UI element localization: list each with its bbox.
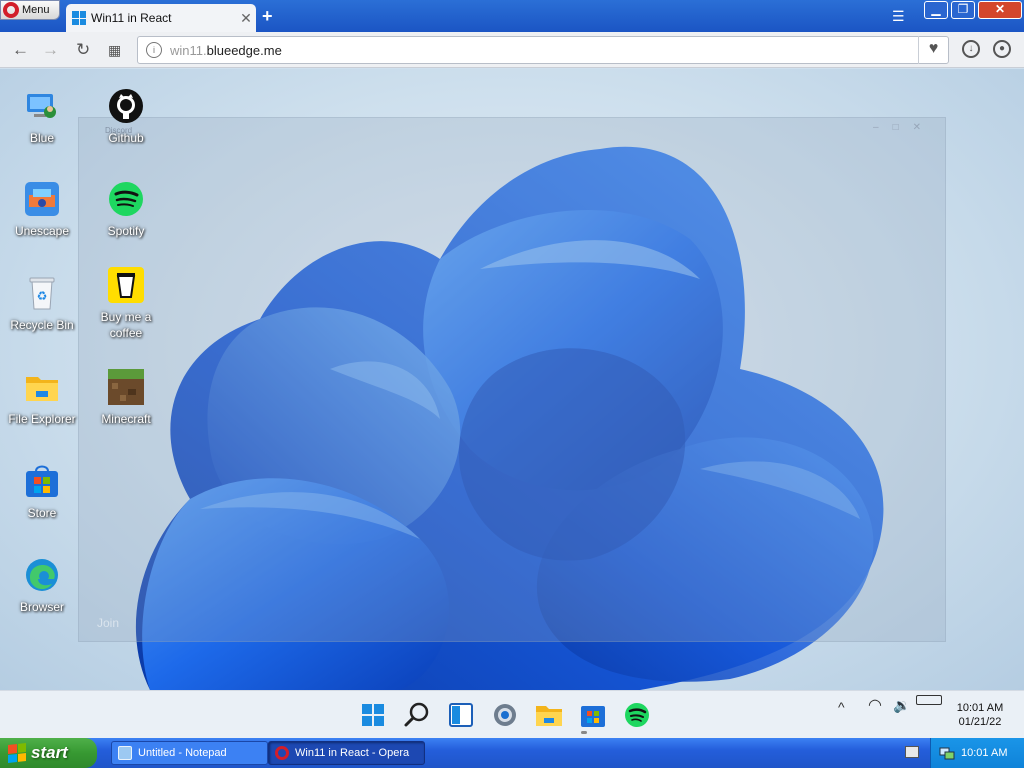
desktop-icon-minecraft[interactable]: Minecraft <box>84 369 168 427</box>
xp-taskbar: start Untitled - Notepad Win11 in React … <box>0 738 1024 768</box>
ghost-window-controls-icon: –□✕ <box>873 122 935 133</box>
desktop-icon-label: Spotify <box>107 224 145 238</box>
win11-date-label: 01/21/22 <box>958 716 1002 728</box>
tab-menu-icon[interactable]: ☰ <box>892 8 905 25</box>
folder-icon <box>536 706 562 726</box>
download-icon[interactable]: ↓ <box>962 40 980 58</box>
blue-computer-icon <box>24 88 60 124</box>
battery-icon[interactable] <box>916 695 942 705</box>
taskbar-store-button[interactable] <box>575 697 611 733</box>
edge-browser-icon <box>24 557 60 593</box>
desktop-icon-buy-me-a-coffee[interactable]: Buy me a coffee <box>84 267 168 341</box>
new-tab-button[interactable]: + <box>262 6 273 27</box>
tray-overflow-chevron-icon[interactable]: ^ <box>838 699 845 715</box>
desktop-icon-label: Store <box>27 506 57 520</box>
windows-start-icon <box>362 704 384 726</box>
xp-windows-flag-icon <box>8 743 26 763</box>
reload-icon[interactable]: ↻ <box>76 40 90 60</box>
desktop-icon-label: Github <box>108 131 144 145</box>
opera-icon <box>275 746 289 760</box>
github-icon <box>108 88 144 124</box>
store-bag-icon <box>24 463 60 499</box>
xp-clock[interactable]: 10:01 AM <box>961 747 1007 759</box>
desktop-icon-label: Browser <box>19 600 64 614</box>
bookmark-heart-icon[interactable]: ♥ <box>918 36 948 64</box>
taskbar-widgets-button[interactable] <box>443 697 479 733</box>
opera-logo-icon <box>3 2 19 18</box>
notepad-icon <box>118 746 132 760</box>
recycle-bin-icon: ♻ <box>24 275 60 311</box>
forward-arrow-icon[interactable]: → <box>42 40 59 60</box>
desktop-icon-label: Unescape <box>14 224 70 238</box>
gear-icon <box>494 704 516 726</box>
ghost-discord-window: Discord –□✕ Join <box>78 117 946 642</box>
volume-icon[interactable]: 🔉 <box>893 697 910 714</box>
folder-icon <box>24 369 60 405</box>
desktop-icon-store[interactable]: Store <box>0 463 84 521</box>
win11-time-label: 10:01 AM <box>956 702 1004 714</box>
taskbar-spotify-button[interactable] <box>619 697 655 733</box>
window-maximize-button[interactable]: ❐ <box>951 1 975 19</box>
site-info-icon[interactable]: i <box>146 42 162 58</box>
desktop-icon-spotify[interactable]: Spotify <box>84 181 168 239</box>
coffee-cup-icon <box>108 267 144 303</box>
win11-clock[interactable]: 10:01 AM 01/21/22 <box>950 701 1010 729</box>
window-minimize-button[interactable]: ▁ <box>924 1 948 19</box>
tab-title: Win11 in React <box>91 11 172 25</box>
xp-task-opera[interactable]: Win11 in React - Opera <box>268 741 425 765</box>
active-app-indicator <box>581 731 587 734</box>
speed-dial-grid-icon[interactable]: ▦ <box>108 42 121 59</box>
widgets-icon <box>449 703 473 727</box>
win11-desktop[interactable]: Discord –□✕ Join Blue Unescape ♻ Recycle… <box>0 69 1024 690</box>
desktop-icon-label: File Explorer <box>8 412 76 426</box>
spotify-icon <box>108 181 144 217</box>
xp-task-label: Win11 in React - Opera <box>295 747 410 759</box>
spotify-icon <box>625 703 649 727</box>
opera-menu-button[interactable]: Menu <box>0 0 60 20</box>
browser-titlebar: Menu Win11 in React ✕ + ☰ ▁ ❐ ✕ <box>0 0 1024 32</box>
desktop-icon-label: Buy me a coffee <box>100 310 152 340</box>
taskbar-settings-button[interactable] <box>487 697 523 733</box>
windows-favicon-icon <box>72 11 86 25</box>
win11-taskbar: ^ ◠ 🔉 10:01 AM 01/21/22 <box>0 690 1024 738</box>
win11-start-button[interactable] <box>355 697 391 733</box>
desktop-icon-label: Minecraft <box>101 412 151 426</box>
desktop-icon-file-explorer[interactable]: File Explorer <box>0 369 84 427</box>
desktop-icon-github[interactable]: Github <box>84 88 168 146</box>
tab-close-icon[interactable]: ✕ <box>236 10 256 27</box>
keyboard-icon[interactable] <box>905 746 919 758</box>
xp-task-notepad[interactable]: Untitled - Notepad <box>111 741 268 765</box>
desktop-icon-browser[interactable]: Browser <box>0 557 84 615</box>
address-bar[interactable]: i win11. blueedge.me ♥ <box>137 36 949 64</box>
desktop-icon-label: Blue <box>29 131 55 145</box>
xp-start-button[interactable]: start <box>0 738 97 768</box>
desktop-icon-recycle-bin[interactable]: ♻ Recycle Bin <box>0 275 84 333</box>
opera-menu-label: Menu <box>22 4 50 16</box>
wifi-icon[interactable]: ◠ <box>868 695 882 715</box>
unescape-icon <box>24 181 60 217</box>
desktop-icon-label: Recycle Bin <box>10 318 74 332</box>
xp-start-label: start <box>31 743 68 762</box>
url-domain: blueedge.me <box>206 42 282 58</box>
back-arrow-icon[interactable]: ← <box>12 40 29 60</box>
url-host: win11. <box>170 42 207 58</box>
xp-task-label: Untitled - Notepad <box>138 747 227 759</box>
ghost-join-label: Join <box>97 616 120 630</box>
taskbar-search-button[interactable] <box>399 697 435 733</box>
account-icon[interactable]: ● <box>993 40 1011 58</box>
window-close-button[interactable]: ✕ <box>978 1 1022 19</box>
desktop-icon-unescape[interactable]: Unescape <box>0 181 84 239</box>
store-bag-icon <box>581 706 605 727</box>
taskbar-file-explorer-button[interactable] <box>531 697 567 733</box>
search-icon <box>404 702 429 727</box>
browser-toolbar: ← → ↻ ▦ i win11. blueedge.me ♥ ↓ ● <box>0 32 1024 68</box>
minecraft-block-icon <box>108 369 144 405</box>
network-icon[interactable] <box>939 745 955 761</box>
svg-text:♻: ♻ <box>37 289 48 303</box>
browser-tab-active[interactable]: Win11 in React ✕ <box>66 4 256 32</box>
xp-system-tray: 10:01 AM <box>930 738 1024 768</box>
desktop-icon-blue[interactable]: Blue <box>0 88 84 146</box>
